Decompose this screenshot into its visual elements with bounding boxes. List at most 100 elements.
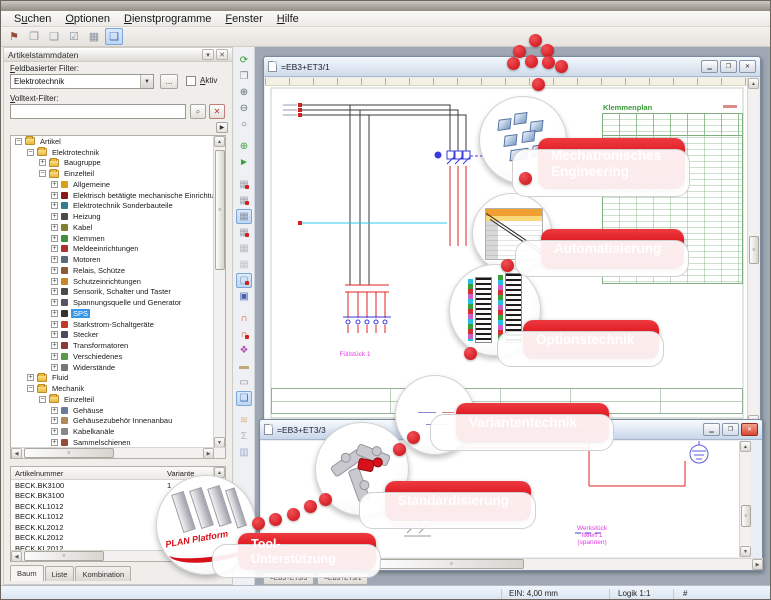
expand-icon[interactable]: +: [51, 331, 58, 338]
minimize-icon[interactable]: ▁: [703, 423, 720, 436]
tree-item-heizung[interactable]: +Heizung: [11, 211, 214, 222]
panel-close-button[interactable]: ✕: [216, 49, 228, 60]
tree-item-sammelschienen[interactable]: +Sammelschienen: [11, 437, 214, 447]
list-hscroll-thumb[interactable]: ≡: [24, 551, 104, 561]
expand-icon[interactable]: +: [51, 417, 58, 424]
expand-icon[interactable]: +: [51, 310, 58, 317]
tree-item-widerst-nde[interactable]: +Widerstände: [11, 362, 214, 373]
columns-icon[interactable]: ▥: [236, 445, 252, 460]
expand-icon[interactable]: +: [51, 202, 58, 209]
expand-icon[interactable]: +: [27, 374, 34, 381]
tree-item-kabel[interactable]: +Kabel: [11, 222, 214, 233]
scroll-left-icon[interactable]: ◀: [11, 448, 22, 459]
scroll-up-icon[interactable]: ▲: [740, 441, 751, 452]
window2-scroll-thumb[interactable]: ≡: [741, 505, 751, 527]
expand-icon[interactable]: +: [51, 288, 58, 295]
window1-scroll-thumb[interactable]: ≡: [749, 236, 759, 264]
text-field-icon[interactable]: ▬: [236, 359, 252, 374]
goto-icon[interactable]: ►: [236, 155, 252, 170]
scroll-right-icon[interactable]: ▶: [203, 448, 214, 459]
tree-item-elektrotechnik-sonderbauteile[interactable]: +Elektrotechnik Sonderbauteile: [11, 201, 214, 212]
tree-item-elektrotechnik[interactable]: −Elektrotechnik: [11, 147, 214, 158]
menu-optionen[interactable]: Optionen: [58, 11, 117, 27]
menu-fenster[interactable]: Fenster: [218, 11, 269, 27]
layers-icon[interactable]: ≋: [236, 413, 252, 428]
column-header-artikelnummer[interactable]: Artikelnummer: [11, 469, 167, 478]
collapse-icon[interactable]: −: [27, 385, 34, 392]
table-view-icon[interactable]: ▦: [85, 28, 103, 45]
tree-item-geh-usezubeh-r-innenanbau[interactable]: +Gehäusezubehör Innenanbau: [11, 416, 214, 427]
expand-icon[interactable]: +: [51, 278, 58, 285]
expand-icon[interactable]: +: [51, 181, 58, 188]
new-window-icon[interactable]: ❐: [236, 69, 252, 84]
tree-item-motoren[interactable]: +Motoren: [11, 254, 214, 265]
restore-icon[interactable]: ❐: [720, 60, 737, 73]
tree-item-elektrisch-bet-tigte-mechanische-einrichtunge[interactable]: +Elektrisch betätigte mechanische Einric…: [11, 190, 214, 201]
search-icon[interactable]: ⌕: [190, 104, 206, 119]
expand-icon[interactable]: +: [51, 224, 58, 231]
tree-item-baugruppe[interactable]: +Baugruppe: [11, 158, 214, 169]
tree-item-relais-sch-tze[interactable]: +Relais, Schütze: [11, 265, 214, 276]
expand-icon[interactable]: +: [51, 299, 58, 306]
expand-icon[interactable]: +: [51, 235, 58, 242]
design-frame-icon[interactable]: ▣: [236, 289, 252, 304]
tree-item-meldeeinrichtungen[interactable]: +Meldeeinrichtungen: [11, 244, 214, 255]
collapse-icon[interactable]: −: [39, 170, 46, 177]
tree-hscroll-thumb[interactable]: ≡: [24, 448, 114, 458]
sum-icon[interactable]: Σ: [236, 429, 252, 444]
tab-liste[interactable]: Liste: [45, 566, 75, 581]
aktiv-checkbox[interactable]: [186, 76, 196, 86]
tree-item-schutzeinrichtungen[interactable]: +Schutzeinrichtungen: [11, 276, 214, 287]
tree-item-fluid[interactable]: +Fluid: [11, 373, 214, 384]
expand-icon[interactable]: +: [51, 364, 58, 371]
tree-item-geh-use[interactable]: +Gehäuse: [11, 405, 214, 416]
menu-suchen[interactable]: Suchen: [7, 11, 58, 27]
tree-item-artikel[interactable]: −Artikel: [11, 136, 214, 147]
tree-item-transformatoren[interactable]: +Transformatoren: [11, 340, 214, 351]
expand-icon[interactable]: +: [51, 439, 58, 446]
grid-extra-icon[interactable]: ▦: [236, 225, 252, 240]
collapse-icon[interactable]: −: [39, 396, 46, 403]
window2-hscroll-thumb[interactable]: ≡: [379, 559, 524, 569]
window1-vertical-scrollbar[interactable]: ▲ ▼ ≡: [747, 78, 759, 426]
option-check-icon[interactable]: ☑: [65, 28, 83, 45]
scroll-left-icon[interactable]: ◀: [11, 551, 22, 562]
new-window-icon[interactable]: ❐: [25, 28, 43, 45]
snap-off-icon[interactable]: ∩: [236, 327, 252, 342]
restore-icon[interactable]: ❐: [722, 423, 739, 436]
fulltext-filter-input[interactable]: [10, 104, 186, 119]
bookmark-icon[interactable]: ⚑: [5, 28, 23, 45]
clear-filter-icon[interactable]: ✕: [209, 104, 225, 119]
scroll-down-icon[interactable]: ▼: [740, 546, 751, 557]
tree-item-allgemeine[interactable]: +Allgemeine: [11, 179, 214, 190]
grid-small-icon[interactable]: ▦: [236, 177, 252, 192]
close-icon[interactable]: ✕: [741, 423, 758, 436]
window2-vertical-scrollbar[interactable]: ▲ ▼ ≡: [739, 441, 751, 557]
panel-expand-button[interactable]: ▶: [216, 122, 228, 133]
expand-icon[interactable]: +: [51, 267, 58, 274]
expand-icon[interactable]: +: [51, 353, 58, 360]
refresh-icon[interactable]: ⟳: [236, 53, 252, 68]
close-icon[interactable]: ✕: [739, 60, 756, 73]
expand-icon[interactable]: +: [39, 159, 46, 166]
zoom-out-icon[interactable]: ⊖: [236, 101, 252, 116]
grid-off-icon[interactable]: ▦: [236, 241, 252, 256]
tree-item-sensorik-schalter-und-taster[interactable]: +Sensorik, Schalter und Taster: [11, 287, 214, 298]
workspace-icon[interactable]: ❑: [105, 28, 123, 45]
scroll-up-icon[interactable]: ▲: [214, 136, 225, 147]
expand-icon[interactable]: +: [51, 321, 58, 328]
grid-display-icon[interactable]: ▦: [236, 257, 252, 272]
grid-medium-icon[interactable]: ▦: [236, 193, 252, 208]
tree-item-sps[interactable]: +SPS: [11, 308, 214, 319]
field-filter-browse-button[interactable]: ...: [160, 74, 178, 89]
placeholder-icon[interactable]: ▭: [236, 375, 252, 390]
menu-dienstprogramme[interactable]: Dienstprogramme: [117, 11, 218, 27]
expand-icon[interactable]: +: [51, 245, 58, 252]
expand-icon[interactable]: +: [51, 342, 58, 349]
navigator-window-icon[interactable]: ❑: [236, 391, 252, 406]
scroll-right-icon[interactable]: ▶: [752, 559, 763, 570]
tree-vertical-scrollbar[interactable]: ▲ ▼ ≡: [213, 136, 225, 448]
tree-item-klemmen[interactable]: +Klemmen: [11, 233, 214, 244]
snap-grid-icon[interactable]: ▢: [236, 273, 252, 288]
tree-item-einzelteil[interactable]: −Einzelteil: [11, 168, 214, 179]
